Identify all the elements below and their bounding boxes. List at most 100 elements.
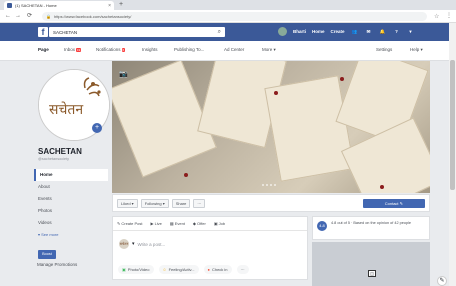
- page-nav-help[interactable]: Help ▾: [410, 47, 423, 53]
- browser-tab-strip: (1) SACHETAN - Home × +: [0, 0, 456, 10]
- live-video-icon: ▶: [150, 221, 154, 226]
- composer-body[interactable]: सचेतन ▾ Write a post...: [113, 231, 307, 257]
- tab-live[interactable]: ▶ Live: [150, 221, 161, 226]
- page-name: SACHETAN: [38, 147, 82, 156]
- search-input[interactable]: [53, 29, 203, 35]
- inbox-badge: 19: [76, 47, 82, 52]
- cover-photo[interactable]: [112, 61, 430, 193]
- smiley-icon: ☺: [162, 267, 167, 272]
- browser-tab[interactable]: (1) SACHETAN - Home ×: [4, 1, 114, 10]
- messenger-icon[interactable]: ✉: [365, 28, 373, 36]
- back-arrow-icon[interactable]: ←: [5, 13, 11, 20]
- left-menu-about[interactable]: About: [34, 181, 108, 193]
- image-placeholder-icon: ◫: [368, 270, 376, 277]
- left-menu-events[interactable]: Events: [34, 193, 108, 205]
- composer-avatar: सचेतन: [119, 239, 129, 249]
- avatar-dropdown-icon[interactable]: ▾: [132, 241, 135, 247]
- page-nav-settings[interactable]: Settings: [376, 47, 392, 52]
- page-nav-insights[interactable]: Insights: [142, 47, 158, 52]
- new-tab-button[interactable]: +: [119, 1, 123, 9]
- cover-slideshow-dots: [262, 184, 276, 186]
- contact-button[interactable]: Contact ✎: [362, 198, 425, 208]
- page-nav-notifications[interactable]: Notifications 6: [96, 47, 126, 52]
- page-handle[interactable]: @sachetansociety: [38, 157, 69, 161]
- share-button[interactable]: Share: [171, 198, 191, 208]
- left-menu-photos[interactable]: Photos: [34, 205, 108, 217]
- page-left-menu: Home About Events Photos Videos ▾ See mo…: [34, 169, 108, 240]
- see-more-link[interactable]: ▾ See more: [34, 229, 108, 240]
- tab-offer[interactable]: ◆ Offer: [193, 221, 206, 226]
- photo-icon: ▣: [122, 267, 126, 272]
- cover-bag-shape: [264, 75, 355, 182]
- url-field[interactable]: 🔒 https://www.facebook.com/sachetansocie…: [42, 12, 427, 21]
- tab-event[interactable]: ▦ Event: [170, 221, 185, 226]
- friend-requests-icon[interactable]: 👥: [351, 28, 359, 36]
- tab-job[interactable]: ▣ Job: [214, 221, 225, 226]
- tab-title: (1) SACHETAN - Home: [15, 3, 57, 8]
- notifications-badge: 6: [121, 47, 126, 52]
- offer-tag-icon: ◆: [192, 221, 196, 226]
- manage-promotions-link[interactable]: Manage Promotions: [37, 262, 77, 267]
- reload-icon[interactable]: ⟳: [27, 13, 32, 20]
- calendar-icon: ▦: [169, 221, 174, 226]
- forward-arrow-icon[interactable]: →: [15, 13, 21, 20]
- left-menu-home[interactable]: Home: [34, 169, 108, 181]
- facebook-logo-icon[interactable]: f: [38, 27, 48, 37]
- more-options-button[interactable]: ···: [193, 198, 206, 208]
- browser-menu-icon[interactable]: ⋮: [446, 12, 452, 19]
- page-nav-ad-center[interactable]: Ad Center: [224, 47, 244, 52]
- cover-tie-shape: [184, 173, 188, 177]
- svg-text:सचेतन: सचेतन: [49, 101, 83, 118]
- post-composer: ✎ Create Post ▶ Live ▦ Event ◆ Offer ▣ Job सच…: [112, 216, 308, 280]
- help-icon[interactable]: ?: [393, 28, 401, 36]
- search-icon[interactable]: ⌕: [218, 29, 221, 36]
- location-pin-icon: ●: [207, 267, 210, 272]
- edit-profile-picture-icon[interactable]: +: [92, 123, 102, 133]
- cover-tie-shape: [340, 77, 344, 81]
- following-button[interactable]: Following ▾: [140, 198, 169, 208]
- edit-cover-camera-icon[interactable]: 📷: [119, 70, 128, 78]
- rating-text: 4.8 out of 5 · Based on the opinion of 4…: [331, 221, 412, 225]
- home-link[interactable]: Home: [312, 29, 325, 34]
- chat-icon[interactable]: ✎: [437, 276, 447, 286]
- page-nav-publishing-tools[interactable]: Publishing To...: [174, 47, 204, 52]
- cover-tie-shape: [274, 91, 278, 95]
- photo-video-button[interactable]: ▣ Photo/Video: [118, 265, 154, 274]
- liked-button[interactable]: Liked ▾: [117, 198, 138, 208]
- page-scrollbar-thumb[interactable]: [450, 60, 455, 190]
- write-post-input[interactable]: Write a post...: [138, 242, 166, 247]
- address-bar-row: ← → ⟳ 🔒 https://www.facebook.com/sacheta…: [0, 10, 456, 23]
- page-action-bar: Liked ▾ Following ▾ Share ··· Contact ✎: [112, 194, 430, 212]
- rating-score: 4.8: [317, 221, 327, 231]
- search-box[interactable]: ⌕: [49, 27, 225, 37]
- feeling-activity-button[interactable]: ☺ Feeling/Activ...: [158, 265, 199, 274]
- facebook-favicon-icon: [7, 3, 12, 8]
- tab-create-post[interactable]: ✎ Create Post: [117, 221, 142, 226]
- account-menu-icon[interactable]: ▾: [407, 28, 415, 36]
- promote-button[interactable]: Boost: [38, 250, 56, 259]
- briefcase-icon: ▣: [213, 221, 218, 226]
- header-right-nav: Bharti Home Create 👥 ✉ 🔔 ? ▾: [278, 27, 415, 36]
- lock-icon: 🔒: [46, 14, 51, 19]
- page-management-nav: Page Inbox 19 Notifications 6 Insights Pub…: [0, 41, 456, 61]
- user-avatar[interactable]: [278, 27, 287, 36]
- page-nav-inbox[interactable]: Inbox 19: [64, 47, 82, 52]
- page-rating-card[interactable]: 4.8 4.8 out of 5 · Based on the opinion …: [312, 216, 430, 240]
- create-link[interactable]: Create: [331, 29, 345, 34]
- pencil-icon: ✎: [117, 221, 121, 226]
- facebook-top-bar: f ⌕ Bharti Home Create 👥 ✉ 🔔 ? ▾: [0, 23, 456, 41]
- bookmark-star-icon[interactable]: ☆: [434, 13, 439, 20]
- tab-close-icon[interactable]: ×: [108, 3, 111, 9]
- map-placeholder[interactable]: ◫: [312, 242, 430, 286]
- composer-buttons: ▣ Photo/Video ☺ Feeling/Activ... ● Check in…: [118, 265, 249, 274]
- left-menu-videos[interactable]: Videos: [34, 217, 108, 229]
- url-text: https://www.facebook.com/sachetansociety…: [53, 14, 132, 19]
- cover-tie-shape: [380, 185, 384, 189]
- page-nav-page[interactable]: Page: [38, 47, 49, 52]
- user-name-link[interactable]: Bharti: [293, 29, 306, 34]
- more-composer-button[interactable]: ···: [236, 265, 249, 274]
- page-nav-more[interactable]: More ▾: [262, 47, 276, 53]
- composer-tabs: ✎ Create Post ▶ Live ▦ Event ◆ Offer ▣ Job: [113, 217, 307, 231]
- notifications-icon[interactable]: 🔔: [379, 28, 387, 36]
- check-in-button[interactable]: ● Check in: [203, 265, 232, 274]
